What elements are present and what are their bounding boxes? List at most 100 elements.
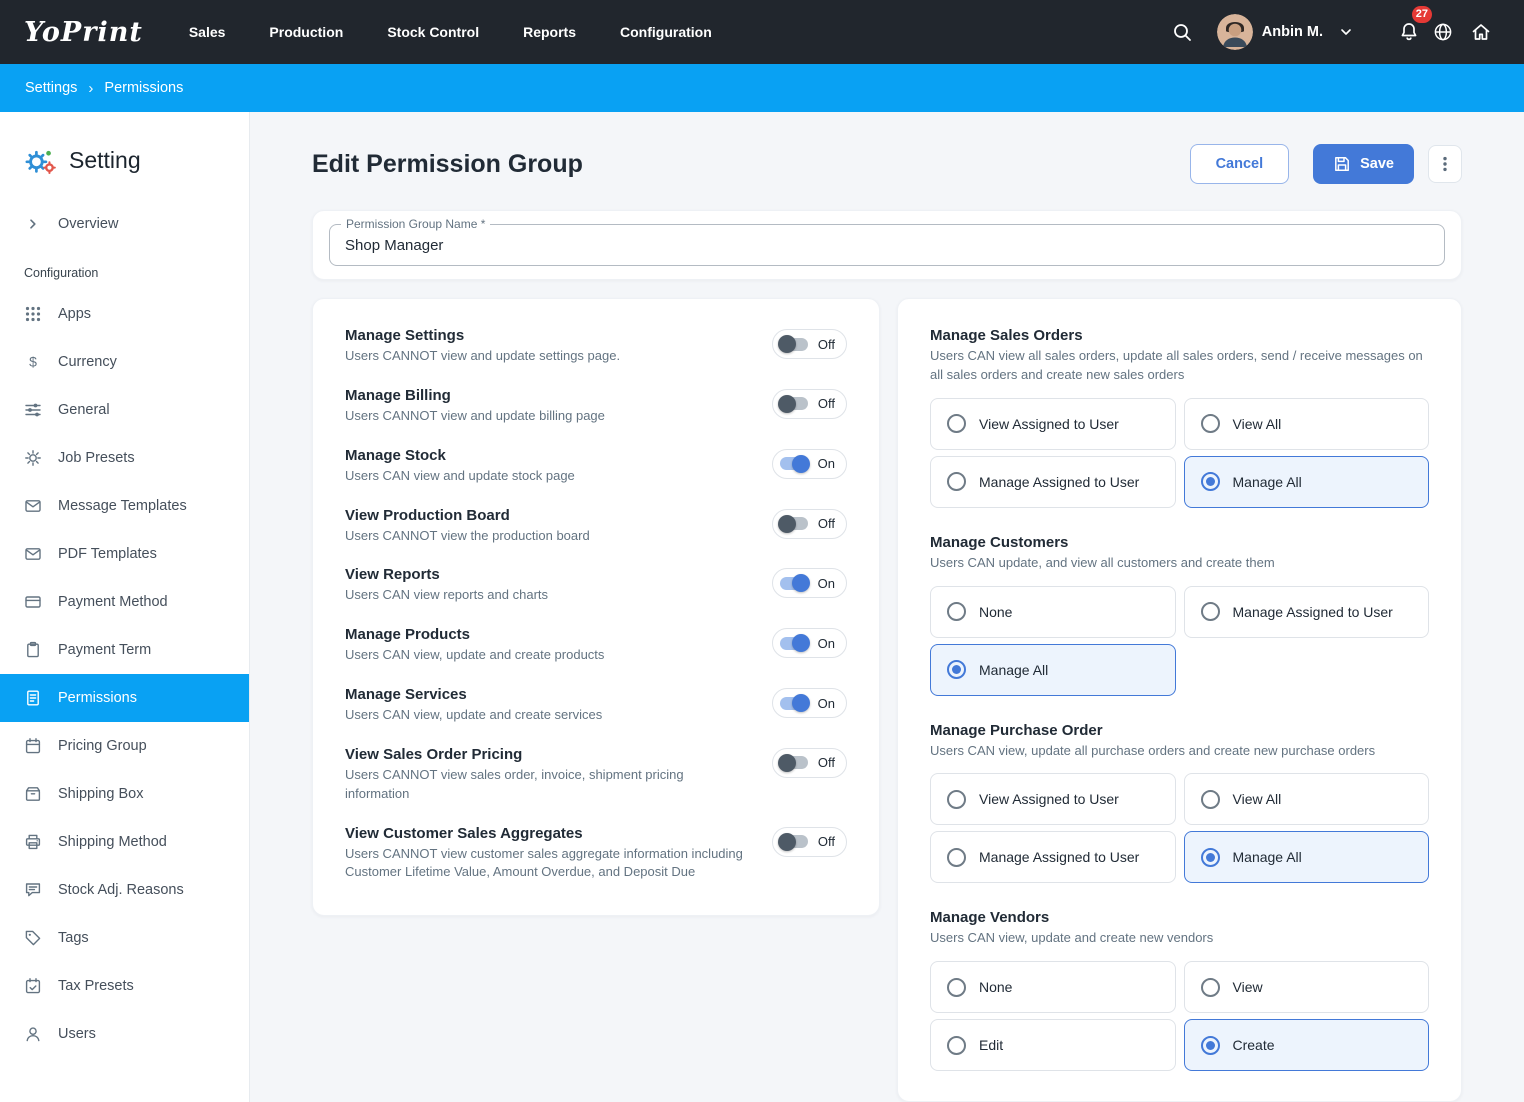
option-manage-vendors-create[interactable]: Create (1184, 1019, 1430, 1071)
toggle-knob (778, 754, 796, 772)
option-manage-purchase-order-view-assigned-to-user[interactable]: View Assigned to User (930, 773, 1176, 825)
yoprint-logo[interactable]: YoPrint (24, 17, 143, 48)
sidebar-item-label: Tags (58, 930, 89, 946)
sidebar-item-currency[interactable]: $ Currency (0, 338, 249, 386)
sidebar-item-label: Tax Presets (58, 978, 134, 994)
radio-unselected-icon (1201, 790, 1220, 809)
option-manage-vendors-none[interactable]: None (930, 961, 1176, 1013)
toggle-knob (778, 833, 796, 851)
option-manage-customers-manage-all[interactable]: Manage All (930, 644, 1176, 696)
sidebar-item-tags[interactable]: Tags (0, 914, 249, 962)
sidebar-item-general[interactable]: General (0, 386, 249, 434)
option-label: View Assigned to User (979, 416, 1119, 432)
sidebar-item-permissions[interactable]: Permissions (0, 674, 249, 722)
toggle-view-reports[interactable]: On (772, 568, 847, 598)
toggle-row-manage-products: Manage Products Users CAN view, update a… (345, 626, 847, 665)
sidebar-item-apps[interactable]: Apps (0, 290, 249, 338)
toggle-text: Manage Billing Users CANNOT view and upd… (345, 387, 605, 426)
permission-group-name-input[interactable] (345, 237, 1429, 254)
sidebar-item-tax-presets[interactable]: Tax Presets (0, 962, 249, 1010)
sidebar-item-label: Payment Method (58, 594, 168, 610)
search-button[interactable] (1163, 13, 1201, 51)
nav-production[interactable]: Production (269, 24, 343, 40)
toggle-manage-billing[interactable]: Off (772, 389, 847, 419)
notifications-button[interactable]: 27 (1394, 13, 1424, 51)
toggle-switch (780, 756, 808, 769)
nav-stock-control[interactable]: Stock Control (387, 24, 479, 40)
home-button[interactable] (1462, 13, 1500, 51)
toggle-switch (780, 577, 808, 590)
sidebar-item-pricing-group[interactable]: Pricing Group (0, 722, 249, 770)
sidebar-section-configuration: Configuration (0, 248, 249, 290)
option-label: None (979, 604, 1012, 620)
option-manage-purchase-order-view-all[interactable]: View All (1184, 773, 1430, 825)
kebab-menu-icon (1436, 155, 1454, 173)
option-manage-purchase-order-manage-assigned-to-user[interactable]: Manage Assigned to User (930, 831, 1176, 883)
toggle-view-sales-order-pricing[interactable]: Off (772, 748, 847, 778)
sidebar-item-payment-term[interactable]: Payment Term (0, 626, 249, 674)
toggle-manage-services[interactable]: On (772, 688, 847, 718)
user-menu[interactable]: Anbin M. (1217, 14, 1354, 50)
sidebar-item-label: Apps (58, 306, 91, 322)
toggle-switch (780, 517, 808, 530)
toggle-switch (780, 338, 808, 351)
toggle-state-label: Off (818, 755, 835, 770)
breadcrumb-settings[interactable]: Settings (25, 80, 77, 96)
cancel-button[interactable]: Cancel (1190, 144, 1290, 184)
option-manage-vendors-edit[interactable]: Edit (930, 1019, 1176, 1071)
sidebar-item-label: Overview (58, 216, 118, 232)
sidebar-item-shipping-box[interactable]: Shipping Box (0, 770, 249, 818)
option-label: View Assigned to User (979, 791, 1119, 807)
toggle-view-production-board[interactable]: Off (772, 509, 847, 539)
nav-configuration[interactable]: Configuration (620, 24, 712, 40)
granular-permissions-card: Manage Sales Orders Users CAN view all s… (897, 298, 1462, 1102)
sidebar-item-pdf-templates[interactable]: PDF Templates (0, 530, 249, 578)
option-manage-sales-orders-view-assigned-to-user[interactable]: View Assigned to User (930, 398, 1176, 450)
sidebar-item-stock-adj-reasons[interactable]: Stock Adj. Reasons (0, 866, 249, 914)
option-label: Manage Assigned to User (979, 474, 1139, 490)
option-manage-purchase-order-manage-all[interactable]: Manage All (1184, 831, 1430, 883)
toggle-manage-stock[interactable]: On (772, 449, 847, 479)
home-icon (1470, 21, 1492, 43)
sidebar-item-job-presets[interactable]: Job Presets (0, 434, 249, 482)
permission-group-name-field[interactable]: Permission Group Name * (329, 224, 1445, 266)
toggle-description: Users CANNOT view sales order, invoice, … (345, 766, 750, 804)
toggle-state-label: On (818, 576, 835, 591)
calendar-check-icon (24, 977, 42, 995)
toggle-state-label: On (818, 636, 835, 651)
toggle-manage-products[interactable]: On (772, 628, 847, 658)
toggle-knob (792, 455, 810, 473)
radio-selected-icon (947, 660, 966, 679)
printer-icon (24, 833, 42, 851)
toggle-text: Manage Settings Users CANNOT view and up… (345, 327, 620, 366)
sidebar-item-shipping-method[interactable]: Shipping Method (0, 818, 249, 866)
toggle-row-manage-billing: Manage Billing Users CANNOT view and upd… (345, 387, 847, 426)
option-manage-sales-orders-manage-assigned-to-user[interactable]: Manage Assigned to User (930, 456, 1176, 508)
option-manage-customers-none[interactable]: None (930, 586, 1176, 638)
sidebar-item-payment-method[interactable]: Payment Method (0, 578, 249, 626)
sliders-icon (24, 401, 42, 419)
more-options-button[interactable] (1428, 145, 1462, 183)
toggle-text: View Sales Order Pricing Users CANNOT vi… (345, 746, 750, 804)
toggle-description: Users CANNOT view and update billing pag… (345, 407, 605, 426)
sidebar-item-users[interactable]: Users (0, 1010, 249, 1058)
toggle-manage-settings[interactable]: Off (772, 329, 847, 359)
option-manage-sales-orders-view-all[interactable]: View All (1184, 398, 1430, 450)
option-manage-vendors-view[interactable]: View (1184, 961, 1430, 1013)
nav-reports[interactable]: Reports (523, 24, 576, 40)
sidebar-item-overview[interactable]: Overview (0, 200, 249, 248)
breadcrumb-permissions[interactable]: Permissions (104, 80, 183, 96)
group-name-card: Permission Group Name * (312, 210, 1462, 280)
nav-sales[interactable]: Sales (189, 24, 226, 40)
group-manage-sales-orders: Manage Sales Orders Users CAN view all s… (930, 327, 1429, 508)
save-button[interactable]: Save (1313, 144, 1414, 184)
option-manage-customers-manage-assigned-to-user[interactable]: Manage Assigned to User (1184, 586, 1430, 638)
envelope-icon (24, 497, 42, 515)
toggle-view-customer-sales-aggregates[interactable]: Off (772, 827, 847, 857)
toggle-state-label: On (818, 456, 835, 471)
notification-badge: 27 (1412, 6, 1432, 23)
chevron-down-icon (1338, 24, 1354, 40)
user-icon (24, 1025, 42, 1043)
sidebar-item-message-templates[interactable]: Message Templates (0, 482, 249, 530)
option-manage-sales-orders-manage-all[interactable]: Manage All (1184, 456, 1430, 508)
